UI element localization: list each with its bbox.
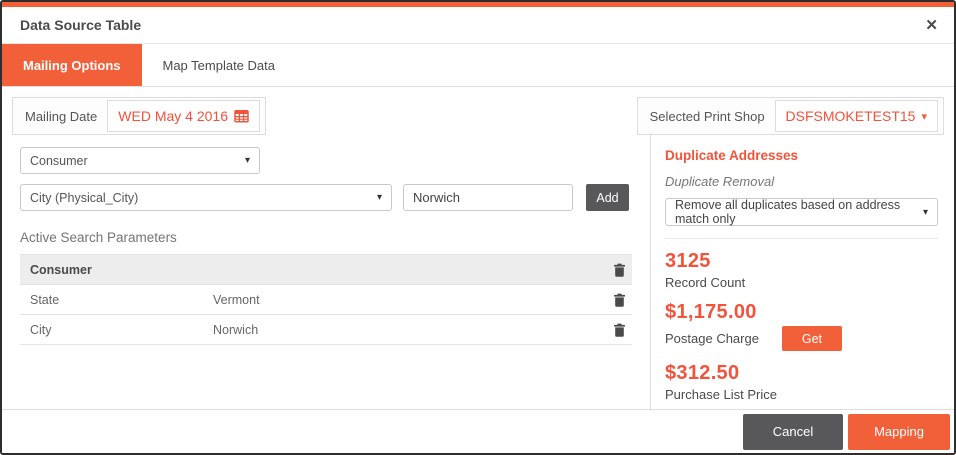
columns: Consumer ▾ City (Physical_City) ▾ Add Ac…: [2, 135, 954, 433]
mailing-date-value: WED May 4 2016: [118, 108, 228, 124]
dialog-title: Data Source Table: [20, 17, 142, 33]
data-source-table-dialog: Data Source Table ✕ Mailing Options Map …: [0, 0, 956, 455]
duplicate-removal-value: Remove all duplicates based on address m…: [675, 198, 901, 226]
duplicate-addresses-heading: Duplicate Addresses: [665, 148, 799, 163]
print-shop-group: Selected Print Shop DSFSMOKETEST15 ▾: [636, 97, 944, 135]
search-builder-column: Consumer ▾ City (Physical_City) ▾ Add Ac…: [2, 135, 650, 433]
chevron-down-icon: ▾: [244, 155, 250, 166]
title-bar: Data Source Table ✕: [2, 7, 954, 44]
tab-mailing-options[interactable]: Mailing Options: [2, 44, 142, 86]
category-select[interactable]: Consumer ▾: [20, 147, 260, 174]
postage-charge-label: Postage Charge: [665, 331, 759, 346]
param-value: Vermont: [213, 292, 260, 307]
chevron-down-icon: ▾: [376, 192, 382, 203]
table-row: City Norwich: [20, 315, 632, 345]
cancel-button[interactable]: Cancel: [743, 413, 843, 450]
record-count-value: 3125: [665, 250, 711, 272]
print-shop-dropdown[interactable]: DSFSMOKETEST15 ▾: [774, 100, 938, 132]
field-select-value: City (Physical_City): [30, 190, 139, 205]
filter-row: City (Physical_City) ▾ Add: [20, 184, 632, 211]
duplicate-removal-label: Duplicate Removal: [665, 174, 775, 189]
table-row: State Vermont: [20, 285, 632, 315]
divider: [665, 238, 938, 239]
tab-map-template-data-label: Map Template Data: [162, 57, 276, 73]
print-shop-label: Selected Print Shop: [649, 108, 765, 124]
postage-charge-stat: $1,175.00 Postage Charge Get: [665, 301, 938, 351]
purchase-list-price-label: Purchase List Price: [665, 387, 777, 402]
record-count-label: Record Count: [665, 275, 746, 290]
param-value: Norwich: [213, 322, 259, 337]
chevron-down-icon: ▾: [922, 206, 928, 218]
record-count-stat: 3125 Record Count: [665, 250, 938, 290]
purchase-list-price-value: $312.50: [665, 362, 740, 384]
mapping-button[interactable]: Mapping: [848, 413, 950, 450]
tab-mailing-options-label: Mailing Options: [23, 57, 121, 73]
print-shop-value: DSFSMOKETEST15: [785, 108, 916, 124]
search-parameters-table: Consumer State Vermont City Norwich: [20, 254, 632, 345]
chevron-down-icon: ▾: [921, 110, 927, 123]
mailing-date-field[interactable]: WED May 4 2016: [107, 100, 260, 132]
add-button[interactable]: Add: [586, 184, 629, 211]
mailing-options-panel: Mailing Date WED May 4 2016 Selected Pri…: [2, 87, 954, 433]
table-group-row: Consumer: [20, 255, 632, 285]
duplicate-removal-select[interactable]: Remove all duplicates based on address m…: [665, 198, 938, 226]
field-select[interactable]: City (Physical_City) ▾: [20, 184, 392, 211]
delete-icon[interactable]: [606, 323, 632, 337]
purchase-list-price-stat: $312.50 Purchase List Price: [665, 362, 938, 402]
param-name: City: [30, 322, 52, 337]
active-search-parameters-heading: Active Search Parameters: [20, 230, 177, 245]
dialog-footer: Cancel Mapping: [2, 409, 954, 453]
close-icon[interactable]: ✕: [925, 18, 938, 33]
mailing-date-group: Mailing Date WED May 4 2016: [12, 97, 266, 135]
delete-icon[interactable]: [606, 263, 632, 277]
duplicate-addresses-panel: Duplicate Addresses Duplicate Removal Re…: [650, 135, 954, 433]
mailing-date-label: Mailing Date: [25, 108, 98, 124]
category-select-value: Consumer: [30, 153, 88, 168]
date-row: Mailing Date WED May 4 2016 Selected Pri…: [2, 87, 954, 135]
calendar-icon: [234, 110, 249, 123]
get-button[interactable]: Get: [781, 326, 842, 351]
postage-charge-value: $1,175.00: [665, 301, 757, 323]
tab-bar: Mailing Options Map Template Data: [2, 44, 954, 87]
tab-map-template-data[interactable]: Map Template Data: [142, 44, 297, 86]
filter-value-input[interactable]: [403, 184, 573, 211]
param-name: State: [30, 292, 60, 307]
group-header: Consumer: [30, 262, 92, 277]
delete-icon[interactable]: [606, 293, 632, 307]
